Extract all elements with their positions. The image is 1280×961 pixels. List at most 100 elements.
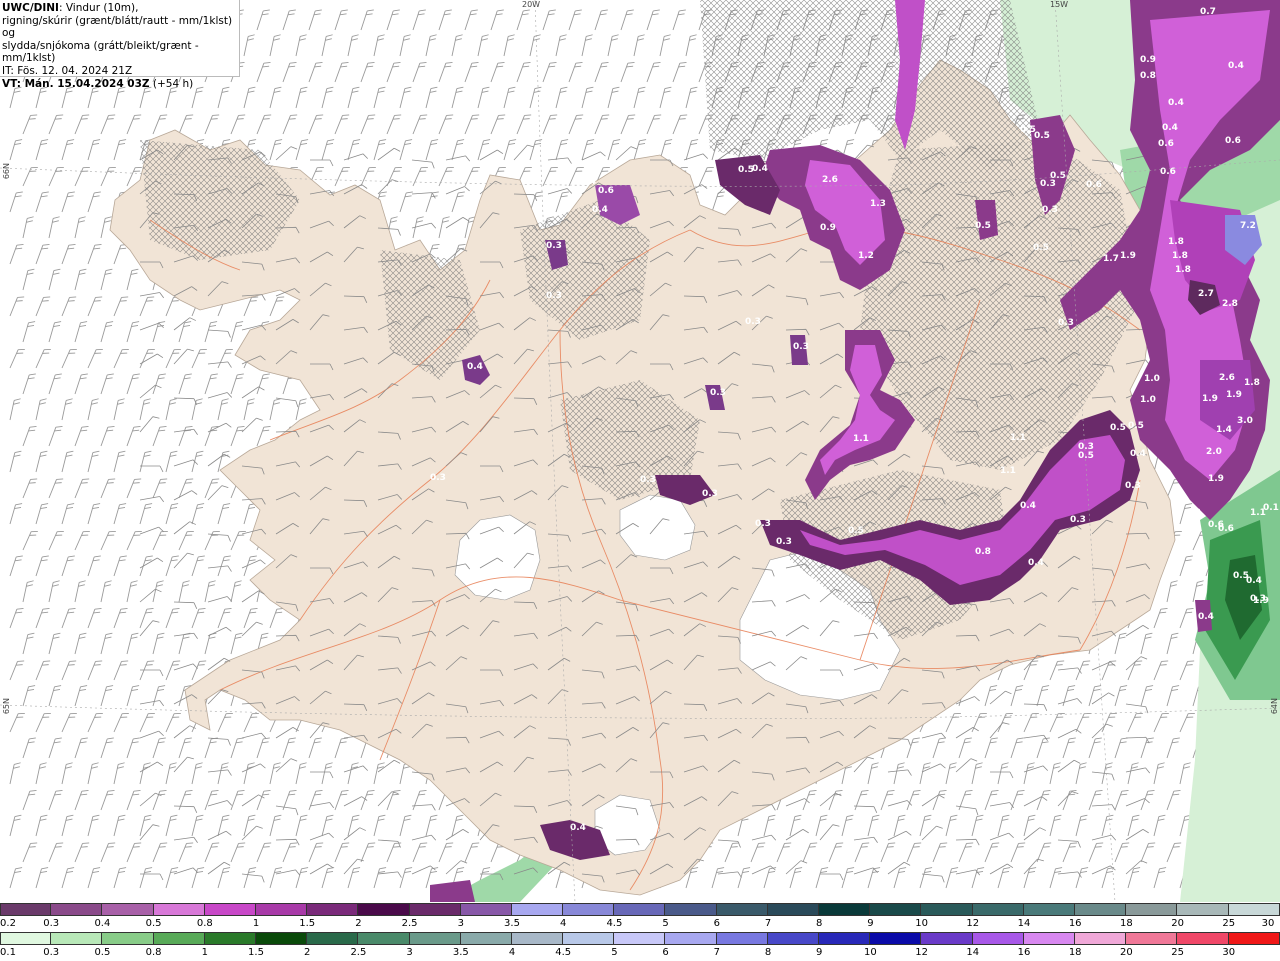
colorbar-tick-label: 20 bbox=[1120, 947, 1133, 958]
colorbar-swatch bbox=[665, 932, 717, 945]
precip-value-label: 0.5 bbox=[1110, 423, 1126, 433]
colorbar-tick-label: 25 bbox=[1171, 947, 1184, 958]
precip-value-label: 1.0 bbox=[1144, 374, 1160, 384]
colorbar-tick-label: 0.1 bbox=[0, 947, 16, 958]
colorbar-tick-label: 18 bbox=[1120, 918, 1133, 929]
precip-value-label: 0.4 bbox=[592, 205, 608, 215]
precip-value-label: 0.5 bbox=[1233, 571, 1249, 581]
colorbar-swatch bbox=[1023, 932, 1075, 945]
precip-value-label: 0.6 bbox=[1225, 136, 1241, 146]
precip-value-label: 0.3 bbox=[1070, 515, 1086, 525]
colorbar-tick-label: 8 bbox=[816, 918, 823, 929]
colorbar-tick-label: 1 bbox=[252, 918, 260, 929]
colorbar-swatch bbox=[1126, 903, 1178, 916]
precip-value-label: 1.1 bbox=[1000, 466, 1016, 476]
lon-label-20w: 20W bbox=[522, 0, 541, 9]
precip-value-label: 0.5 bbox=[1020, 125, 1036, 135]
precip-value-label: 0.3 bbox=[776, 537, 792, 547]
colorbar-swatch bbox=[102, 903, 154, 916]
colorbar-snow-swatches bbox=[0, 903, 1280, 916]
precip-value-label: 0.5 bbox=[1034, 131, 1050, 141]
precip-value-label: 0.3 bbox=[1042, 205, 1058, 215]
precip-value-label: 0.3 bbox=[793, 342, 809, 352]
precip-value-label: 0.4 bbox=[580, 177, 596, 187]
precip-value-label: 0.6 bbox=[1208, 520, 1224, 530]
colorbar-swatch bbox=[51, 903, 103, 916]
colorbar-tick-label: 3.5 bbox=[504, 918, 520, 929]
precip-value-label: 0.3 bbox=[546, 291, 562, 301]
colorbar-rain-labels: 0.1 0.3 0.5 0.8 1 1.5 2 2.5 3 3.5 4 4.5 5 6 7 8 9 10 12 14 1… bbox=[0, 947, 1280, 959]
precip-value-label: 2.8 bbox=[1222, 299, 1238, 309]
precip-value-label: 0.3 bbox=[1250, 594, 1266, 604]
valid-time: VT: Mán. 15.04.2024 03Z bbox=[2, 77, 150, 90]
precip-value-label: 0.3 bbox=[702, 489, 718, 499]
precip-value-label: 0.6 bbox=[598, 186, 614, 196]
precip-value-label: 1.2 bbox=[858, 251, 874, 261]
colorbar-tick-label: 0.8 bbox=[145, 947, 162, 958]
colorbar-swatch bbox=[0, 932, 52, 945]
colorbar-swatch bbox=[1074, 932, 1127, 945]
header-line-2: rigning/skúrir (grænt/blátt/rautt - mm/1… bbox=[2, 14, 233, 40]
header-line-1: UWC/DINI: Vindur (10m), bbox=[2, 2, 239, 15]
colorbar-snow-labels: 0.2 0.3 0.4 0.5 0.8 1 1.5 2 2.5 3 3.5 4 4.5 5 6 7 8 9 10 12… bbox=[0, 918, 1280, 930]
precip-value-label: 1.1 bbox=[1010, 433, 1026, 443]
colorbar-tick-label: 4.5 bbox=[606, 918, 623, 929]
precip-value-label: 1.9 bbox=[1120, 251, 1136, 261]
colorbar-swatch bbox=[204, 932, 256, 945]
colorbar-tick-label: 1.5 bbox=[299, 918, 316, 929]
colorbar-swatch bbox=[716, 932, 768, 945]
precip-value-label: 0.3 bbox=[1125, 481, 1141, 491]
colorbar-tick-label: 3 bbox=[406, 947, 413, 958]
colorbar-tick-label: 30 bbox=[1261, 918, 1275, 929]
precip-value-label: 0.3 bbox=[430, 473, 446, 483]
precip-value-label: 0.6 bbox=[1158, 139, 1174, 149]
colorbar-swatch bbox=[1126, 932, 1178, 945]
lat-label-66n: 66N bbox=[2, 163, 11, 180]
precip-value-label: 0.9 bbox=[1140, 55, 1156, 65]
colorbar-swatch bbox=[102, 932, 154, 945]
colorbar-tick-label: 30 bbox=[1222, 947, 1236, 958]
precip-value-label: 1.8 bbox=[1244, 378, 1260, 388]
colorbar-swatch bbox=[870, 932, 922, 945]
precip-value-label: 0.4 bbox=[752, 164, 768, 174]
precip-value-label: 0.4 bbox=[1028, 558, 1044, 568]
precip-value-label: 0.8 bbox=[1140, 71, 1156, 81]
precip-value-label: 0.7 bbox=[1200, 7, 1216, 17]
colorbar-tick-label: 0.3 bbox=[43, 947, 60, 958]
colorbar-swatch bbox=[255, 903, 308, 916]
precip-value-label: 0.5 bbox=[1033, 243, 1049, 253]
colorbar-swatch bbox=[1228, 932, 1280, 945]
precip-value-label: 1.9 bbox=[1202, 394, 1218, 404]
colorbar-tick-label: 2.5 bbox=[350, 947, 367, 958]
precip-value-label: 0.3 bbox=[610, 823, 626, 833]
colorbar-tick-label: 7 bbox=[764, 918, 772, 929]
precip-value-label: 1.9 bbox=[1226, 390, 1242, 400]
colorbar-swatch bbox=[511, 932, 564, 945]
colorbar-tick-label: 2 bbox=[304, 947, 311, 958]
lat-label-64n: 64N bbox=[1270, 698, 1279, 715]
colorbar-tick-label: 1 bbox=[201, 947, 208, 958]
colorbar-swatch bbox=[819, 932, 871, 945]
precip-value-label: 0.3 bbox=[546, 241, 562, 251]
colorbar-tick-label: 3.5 bbox=[452, 947, 469, 958]
colorbar-swatch bbox=[409, 932, 461, 945]
colorbar-swatch bbox=[153, 932, 205, 945]
colorbar-swatch bbox=[767, 932, 819, 945]
colorbar-tick-label: 25 bbox=[1222, 918, 1236, 929]
colorbar-swatch bbox=[921, 903, 973, 916]
colorbar-swatch bbox=[1228, 903, 1280, 916]
precip-value-label: 1.1 bbox=[853, 434, 869, 444]
colorbar-tick-label: 16 bbox=[1068, 918, 1082, 929]
colorbar-tick-label: 12 bbox=[915, 947, 928, 958]
precip-value-label: 1.3 bbox=[870, 199, 886, 209]
precip-value-label: 0.3 bbox=[1058, 318, 1074, 328]
model-name: UWC/DINI bbox=[2, 2, 59, 14]
precip-value-label: 0.4 bbox=[1168, 98, 1184, 108]
header-line-1-text: : Vindur (10m), bbox=[58, 2, 139, 14]
colorbar-tick-label: 6 bbox=[662, 947, 669, 958]
colorbar-swatch bbox=[972, 932, 1024, 945]
precip-value-label: 0.4 bbox=[1162, 123, 1178, 133]
colorbar-tick-label: 5 bbox=[611, 947, 618, 958]
colorbar-rain: 0.1 0.3 0.5 0.8 1 1.5 2 2.5 3 3.5 4 4.5 5 6 7 8 9 10 12 14 1… bbox=[0, 932, 1280, 961]
colorbar-tick-label: 9 bbox=[816, 947, 823, 958]
